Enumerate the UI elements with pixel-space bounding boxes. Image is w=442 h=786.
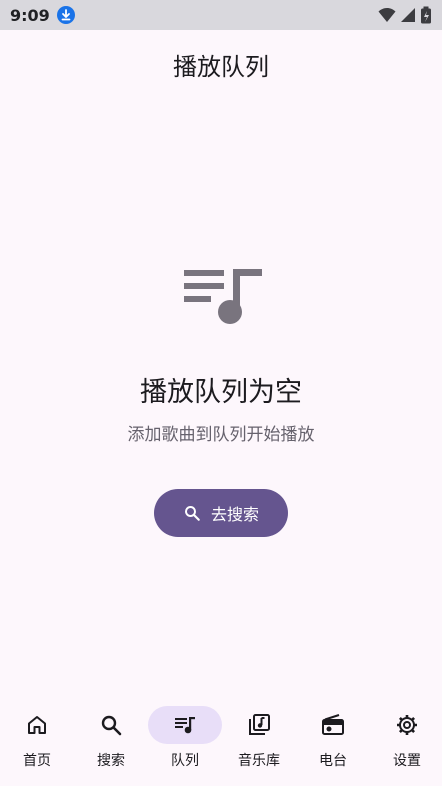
- radio-icon: [322, 714, 344, 735]
- search-icon: [185, 506, 200, 521]
- status-bar: 9:09: [0, 0, 442, 30]
- nav-item-search[interactable]: 搜索: [74, 700, 148, 786]
- nav-label-radio: 电台: [319, 753, 347, 769]
- empty-state-title: 播放队列为空: [140, 377, 302, 408]
- nav-label-queue: 队列: [171, 753, 199, 769]
- nav-item-radio[interactable]: 电台: [296, 700, 370, 786]
- page-title: 播放队列: [173, 53, 269, 81]
- queue-music-icon: [184, 269, 262, 324]
- empty-state-subtitle: 添加歌曲到队列开始播放: [127, 425, 315, 445]
- download-icon: [56, 6, 75, 24]
- nav-label-search: 搜索: [97, 753, 125, 769]
- queue-icon: [175, 717, 195, 734]
- wifi-icon: [378, 8, 396, 22]
- home-icon: [28, 716, 46, 734]
- library-icon: [249, 714, 270, 735]
- search-icon: [101, 715, 122, 736]
- signal-icon: [401, 8, 415, 22]
- nav-item-queue[interactable]: 队列: [148, 700, 222, 786]
- nav-item-library[interactable]: 音乐库: [222, 700, 296, 786]
- nav-label-home: 首页: [23, 753, 51, 769]
- status-icons: [378, 6, 432, 24]
- settings-icon: [397, 715, 417, 735]
- go-search-label: 去搜索: [210, 507, 259, 524]
- nav-label-settings: 设置: [393, 753, 421, 769]
- nav-item-home[interactable]: 首页: [0, 700, 74, 786]
- nav-item-settings[interactable]: 设置: [370, 700, 442, 786]
- go-search-button[interactable]: 去搜索: [154, 489, 288, 537]
- nav-label-library: 音乐库: [238, 753, 280, 769]
- bottom-nav: 首页 搜索 队列 音乐库 电台 设置: [0, 700, 442, 786]
- status-time: 9:09: [10, 5, 50, 25]
- battery-icon: [421, 6, 431, 24]
